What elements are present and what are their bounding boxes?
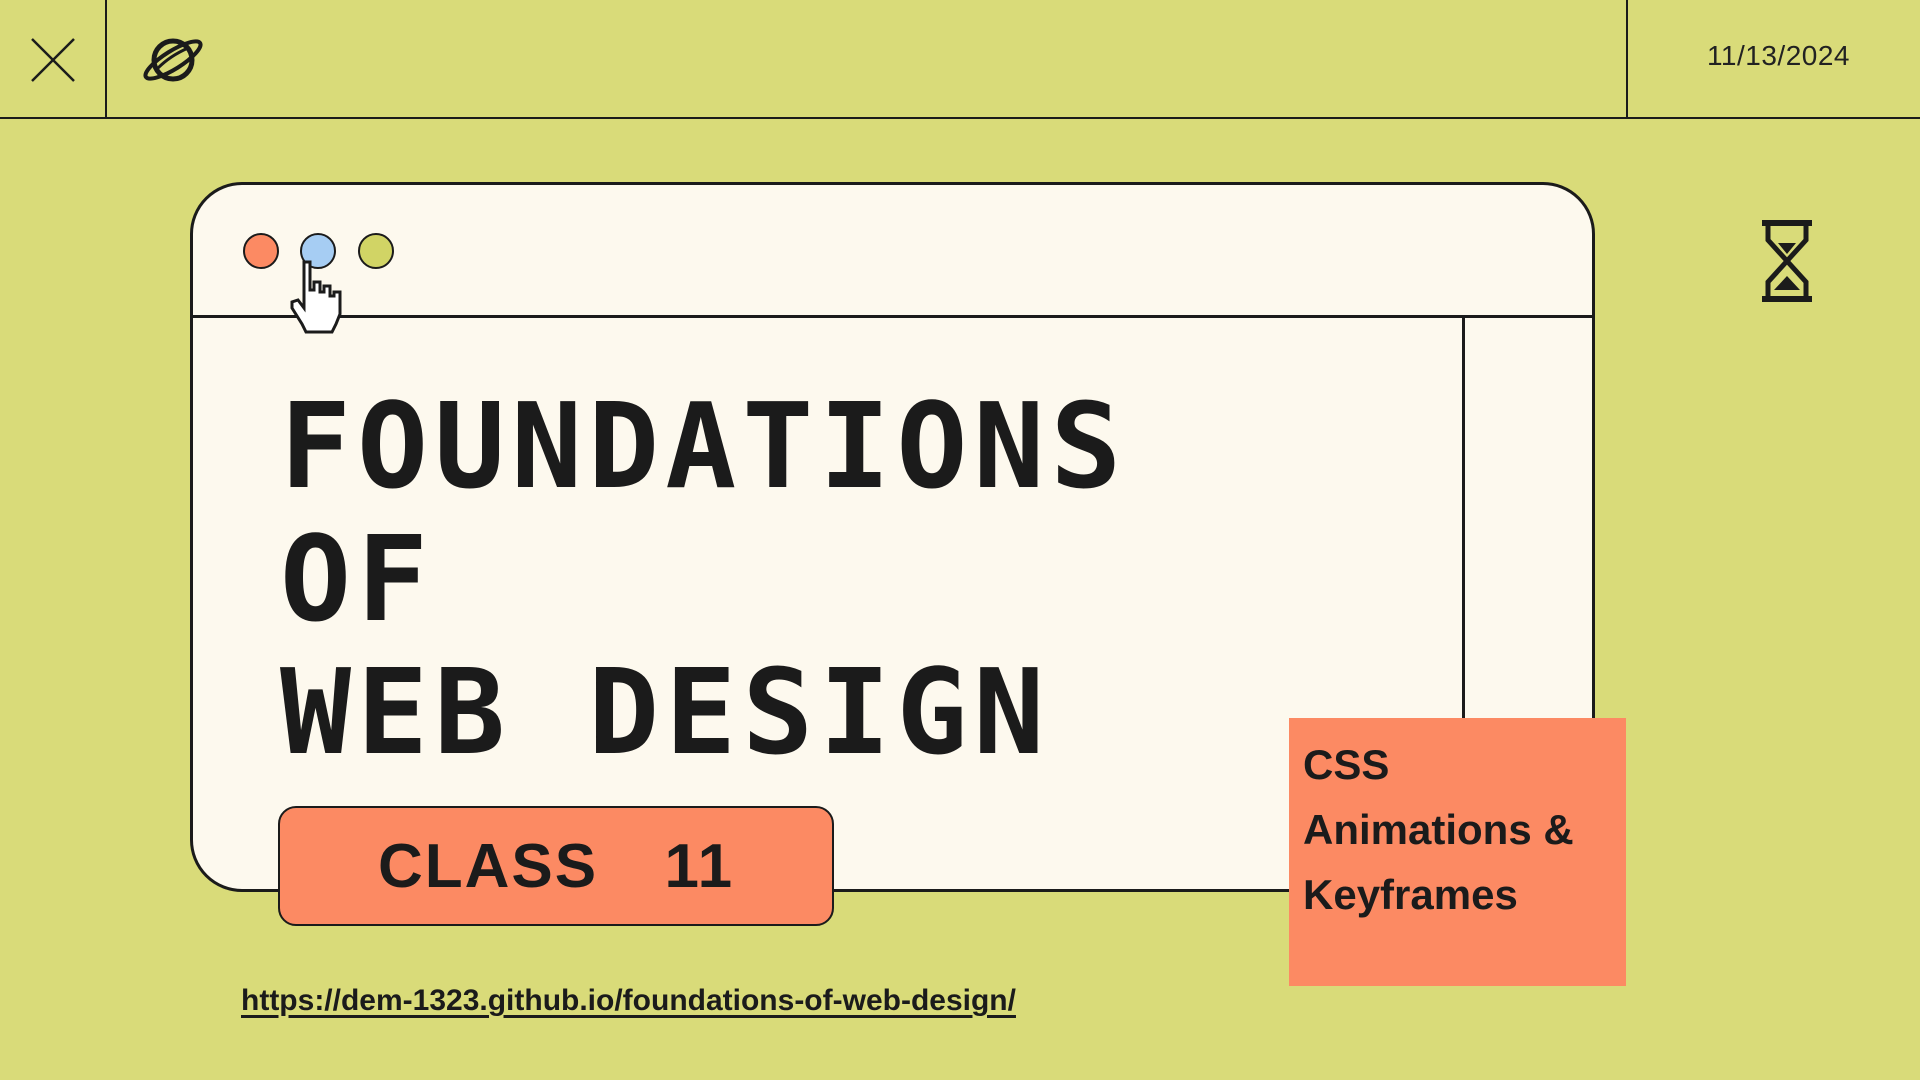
close-icon (30, 37, 75, 82)
hand-pointer-icon (290, 260, 342, 334)
close-button[interactable] (0, 0, 107, 119)
window-control-red[interactable] (243, 233, 279, 269)
topic-line: CSS (1303, 741, 1390, 788)
window-titlebar (193, 185, 1592, 318)
course-url-link[interactable]: https://dem-1323.github.io/foundations-o… (241, 984, 1016, 1018)
date-panel: 11/13/2024 (1626, 0, 1920, 119)
class-badge-label: CLASS 11 (377, 831, 735, 901)
window-control-yellow[interactable] (358, 233, 394, 269)
title-line: FOUNDATIONS (280, 377, 1128, 515)
page-title: FOUNDATIONS OF WEB DESIGN (280, 380, 1127, 779)
date-text: 11/13/2024 (1706, 40, 1850, 71)
topic-line: Animations & (1303, 806, 1574, 853)
class-badge: CLASS 11 (278, 806, 834, 926)
topic-line: Keyframes (1303, 871, 1518, 918)
title-line: OF (280, 510, 435, 648)
top-bar: 11/13/2024 (0, 0, 1920, 119)
topic-box: CSS Animations & Keyframes (1289, 718, 1626, 986)
hourglass-icon (1762, 220, 1812, 302)
planet-icon (143, 38, 203, 82)
title-line: WEB DESIGN (280, 643, 1051, 781)
